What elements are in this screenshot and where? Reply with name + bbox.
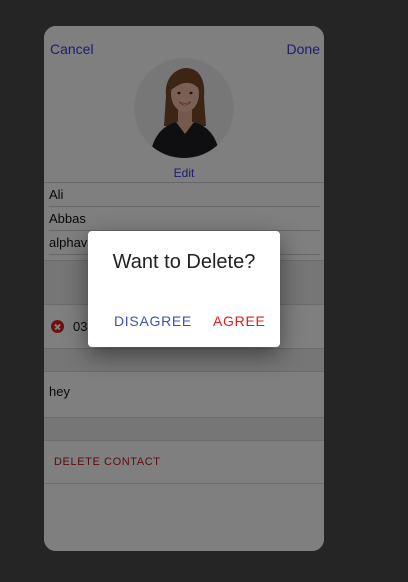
agree-button[interactable]: AGREE [213,313,266,329]
delete-confirm-dialog: Want to Delete? DISAGREE AGREE [88,231,280,347]
dialog-title: Want to Delete? [112,251,256,273]
disagree-button[interactable]: DISAGREE [114,313,192,329]
